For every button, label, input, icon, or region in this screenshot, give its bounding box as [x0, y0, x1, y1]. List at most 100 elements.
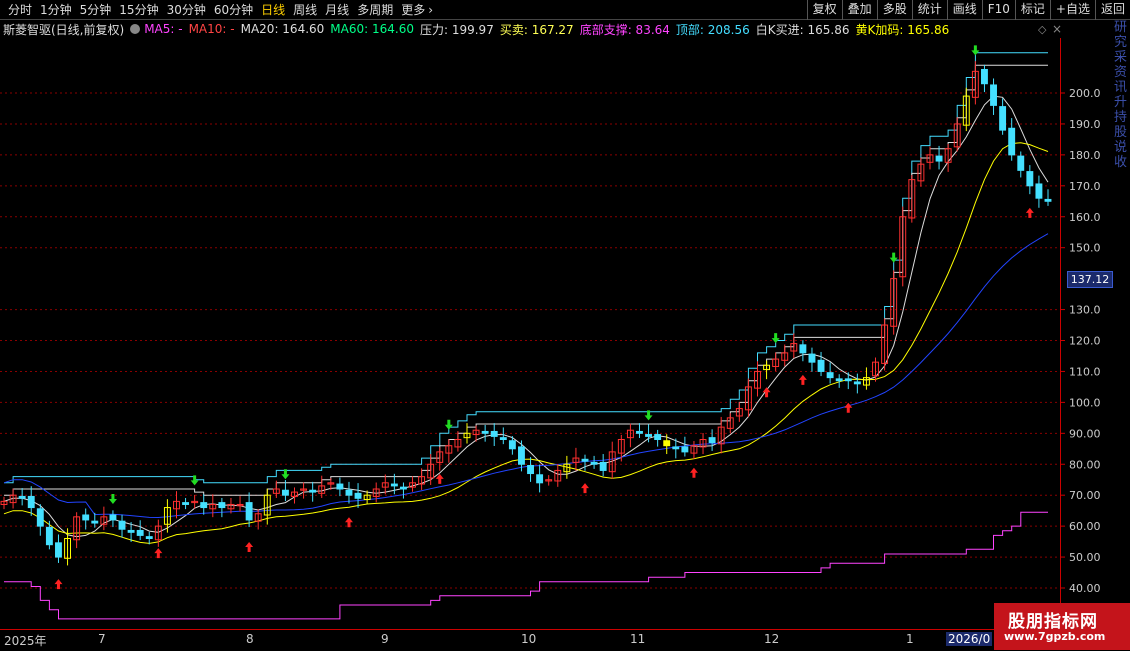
buy-signal-arrow: [1025, 207, 1034, 218]
pressure-band-line: [4, 64, 1048, 496]
candle-body: [581, 458, 589, 462]
time-label: 11: [630, 632, 646, 646]
side-panel-strip[interactable]: 研究 采 资讯 升 持 股 说 收: [1111, 20, 1130, 410]
tab-multi-period[interactable]: 多周期: [353, 0, 397, 20]
time-label: 10: [521, 632, 537, 646]
candle-body: [45, 526, 53, 546]
candle-body: [536, 474, 544, 484]
multi-stock-button[interactable]: 多股: [876, 0, 912, 20]
restore-rights-button[interactable]: 复权: [806, 0, 842, 20]
price-tick-label: 50.00: [1069, 551, 1101, 564]
buysell-value: 买卖: 167.27: [499, 22, 574, 37]
draw-line-button[interactable]: 画线: [946, 0, 982, 20]
candle-body: [799, 344, 807, 354]
bottom-support-value: 底部支撑: 83.64: [579, 22, 670, 37]
close-icon[interactable]: ×: [1052, 22, 1062, 36]
candle-body: [1017, 155, 1025, 171]
time-label: 2025年: [4, 634, 47, 648]
price-tick-label: 120.0: [1069, 335, 1101, 348]
candle-body: [654, 434, 662, 440]
candlesticks: [0, 61, 1052, 566]
sell-signal-arrow: [771, 333, 780, 344]
price-tick-label: 60.00: [1069, 520, 1101, 533]
time-label: 7: [98, 632, 106, 646]
candle-body: [1044, 198, 1052, 202]
buy-signal-arrow: [581, 483, 590, 494]
tab-15min[interactable]: 15分钟: [115, 0, 162, 20]
candle-body: [82, 514, 90, 521]
candle-body: [490, 430, 498, 437]
tab-monthly[interactable]: 月线: [321, 0, 353, 20]
candle-body: [508, 440, 516, 450]
price-tick-label: 160.0: [1069, 211, 1101, 224]
sell-signal-arrow: [971, 45, 980, 56]
back-button[interactable]: 返回: [1094, 0, 1130, 20]
price-tick-label: 130.0: [1069, 304, 1101, 317]
candle-body: [1008, 127, 1016, 156]
indicator-bands: [3, 52, 1049, 620]
candle-body: [36, 508, 44, 527]
candle-body: [681, 446, 689, 453]
f10-button[interactable]: F10: [981, 0, 1015, 20]
indicator-info-bar: 斯菱智驱(日线,前复权) MA5: - MA10: - MA20: 164.60…: [0, 20, 1060, 38]
overlay-button[interactable]: 叠加: [841, 0, 877, 20]
candle-body: [127, 529, 135, 533]
price-tick-label: 80.00: [1069, 458, 1101, 471]
candle-body: [935, 155, 943, 162]
candle-body: [182, 502, 190, 505]
price-tick-label: 190.0: [1069, 118, 1101, 131]
candle-body: [200, 502, 208, 509]
candle-body: [844, 378, 852, 382]
candle-body: [481, 430, 489, 434]
sell-signal-arrow: [889, 252, 898, 263]
buy-signal-arrow: [844, 402, 853, 413]
tab-60min[interactable]: 60分钟: [210, 0, 257, 20]
toolbar-right-buttons: 复权 叠加 多股 统计 画线 F10 标记 +自选 返回: [806, 0, 1130, 20]
candle-body: [817, 359, 825, 372]
candle-body: [990, 84, 997, 106]
bottom-support-line: [4, 511, 1048, 620]
tab-more-label: 更多: [401, 3, 426, 17]
statistics-button[interactable]: 统计: [911, 0, 947, 20]
candle-body: [808, 353, 816, 363]
grid-lines: [0, 92, 1060, 589]
candle-body: [672, 446, 680, 450]
candle-body: [136, 529, 144, 536]
candle-body: [826, 372, 834, 379]
tab-weekly[interactable]: 周线: [289, 0, 321, 20]
candle-body: [390, 483, 398, 487]
ma5-line: [3, 95, 1049, 538]
tab-daily[interactable]: 日线: [257, 0, 289, 20]
candle-body: [27, 495, 35, 509]
settings-icon[interactable]: [130, 24, 141, 34]
buy-signal-arrow: [762, 387, 771, 398]
mark-button[interactable]: 标记: [1014, 0, 1050, 20]
tab-30min[interactable]: 30分钟: [163, 0, 210, 20]
kline-chart[interactable]: 200.0 190.0 180.0 170.0 160.0 150.0 130.0 120.0…: [0, 38, 1111, 629]
candle-body: [981, 68, 988, 85]
candle-body: [527, 464, 534, 475]
tab-5min[interactable]: 5分钟: [76, 0, 116, 20]
add-watchlist-button[interactable]: +自选: [1049, 0, 1095, 20]
diamond-icon[interactable]: ◇: [1038, 23, 1046, 36]
tab-fenshi[interactable]: 分时: [4, 0, 36, 20]
candle-body: [663, 440, 671, 447]
watermark-logo: 股朋指标网 www.7gpzb.com: [994, 603, 1130, 650]
buy-signal-arrow: [798, 374, 807, 385]
price-tick-label: 100.0: [1069, 396, 1101, 409]
buy-signal-arrow: [689, 467, 698, 478]
tab-more[interactable]: 更多 ›: [397, 0, 437, 20]
stock-title: 斯菱智驱(日线,前复权): [3, 22, 125, 37]
top-value: 顶部: 208.56: [675, 22, 750, 37]
tab-1min[interactable]: 1分钟: [36, 0, 76, 20]
candle-body: [645, 434, 653, 437]
ma5-value: MA5: -: [144, 22, 183, 36]
candle-body: [354, 492, 362, 499]
time-label: 8: [246, 632, 254, 646]
candle-body: [999, 106, 1007, 131]
price-tick-label: 110.0: [1069, 365, 1101, 378]
white-k-value: 白K买进: 165.86: [755, 22, 850, 37]
price-tick-label: 70.00: [1069, 489, 1101, 502]
pressure-value: 压力: 199.97: [419, 22, 494, 37]
candle-body: [109, 514, 117, 521]
